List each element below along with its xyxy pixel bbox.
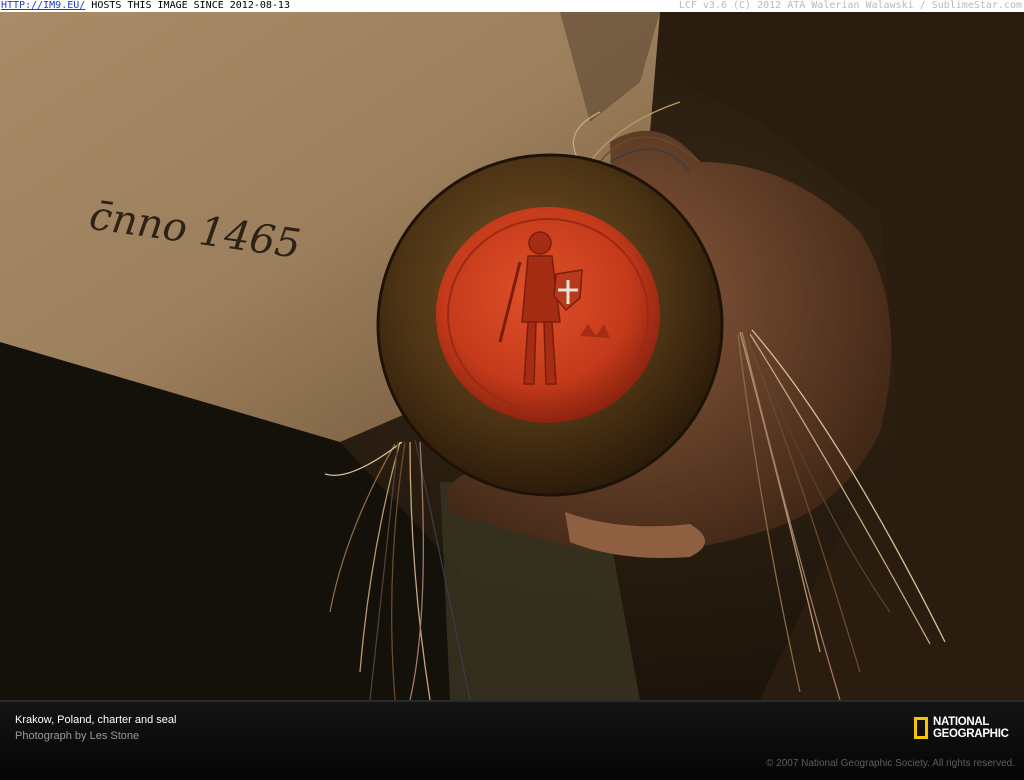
caption-bar: Krakow, Poland, charter and seal Photogr… (0, 700, 1024, 780)
logo-line-geographic: GEOGRAPHIC (933, 728, 1009, 740)
watermark-hosts-text: HOSTS THIS IMAGE SINCE 2012-08-13 (91, 0, 290, 11)
watermark-bar: HTTP://IM9.EU/HOSTS THIS IMAGE SINCE 201… (0, 0, 1024, 12)
watermark-link[interactable]: HTTP://IM9.EU/ (1, 0, 85, 11)
photo-illustration: c̄nno 1465 (0, 12, 1024, 700)
photo-credit: Photograph by Les Stone (15, 730, 140, 742)
watermark-credit-text: LCF v3.6 (C) 2012 ATA Walerian Walawski … (678, 0, 1022, 11)
copyright-text: © 2007 National Geographic Society. All … (766, 758, 1015, 769)
photograph: c̄nno 1465 (0, 12, 1024, 700)
photo-title: Krakow, Poland, charter and seal (15, 714, 177, 726)
logo-line-national: NATIONAL (933, 716, 990, 728)
national-geographic-logo: NATIONAL GEOGRAPHIC (914, 714, 1009, 742)
logo-wordmark: NATIONAL GEOGRAPHIC (933, 716, 1009, 740)
yellow-frame-icon (914, 717, 928, 739)
